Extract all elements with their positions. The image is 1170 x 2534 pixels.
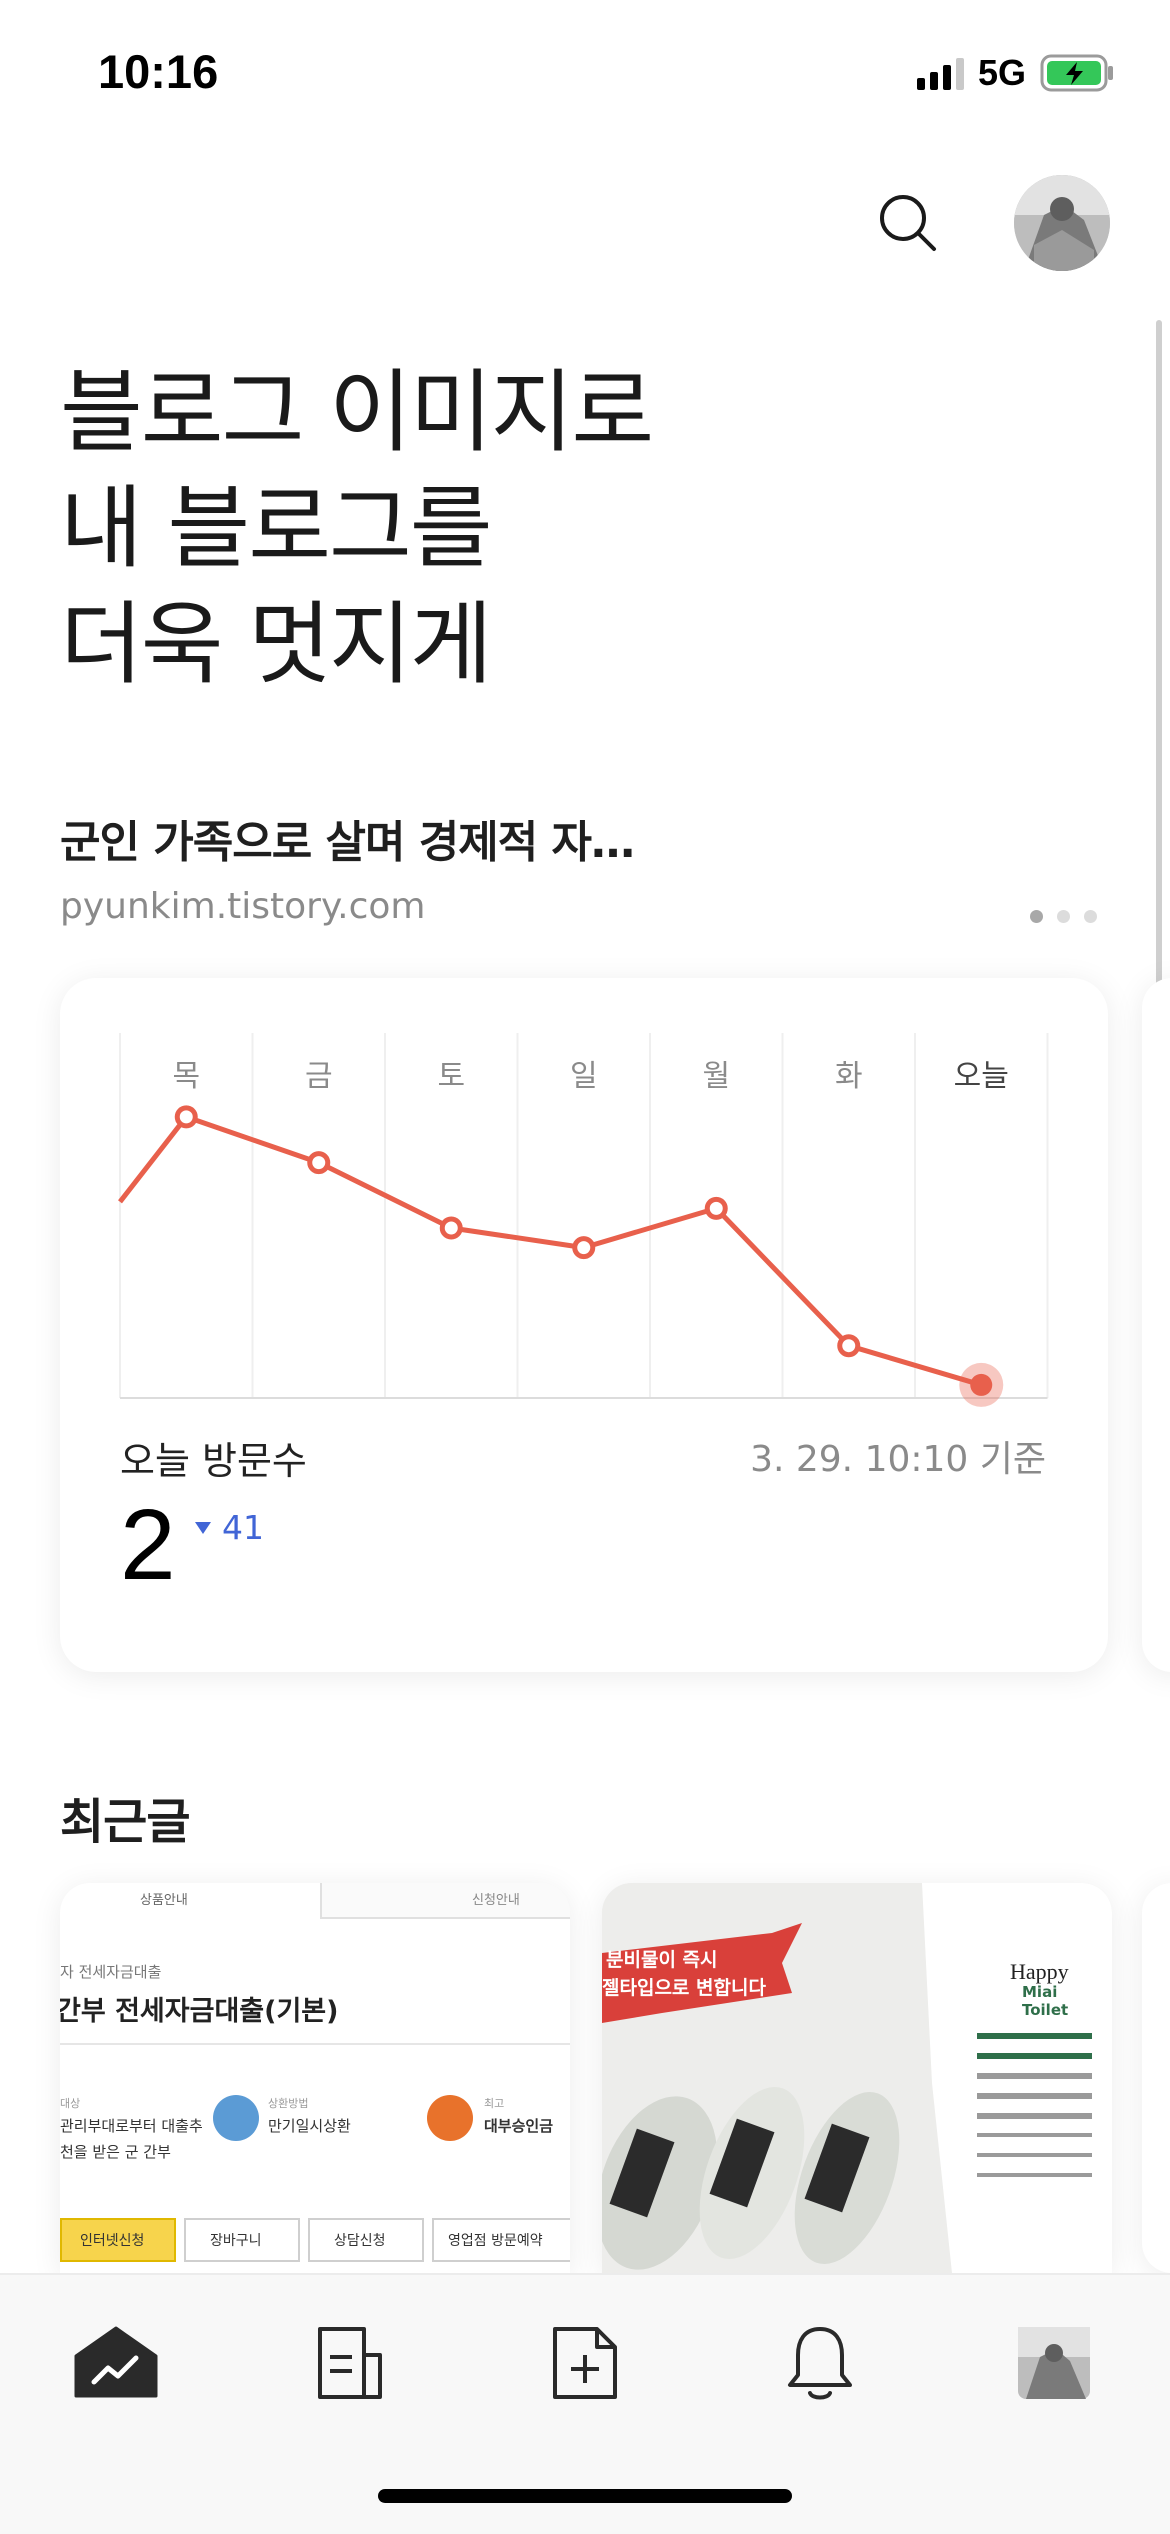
chart-point (307, 1151, 331, 1175)
hero-line-2: 내 블로그를 (60, 476, 493, 581)
thumb-btn-consult: 상담신청 (308, 2218, 424, 2262)
visitor-chart: 목 금 토 일 월 화 오늘 (118, 1033, 1049, 1407)
chart-point (572, 1236, 596, 1260)
visitor-stats-card[interactable]: 목 금 토 일 월 화 오늘 오늘 방문수 3. 29. 10:10 기준 2 41 (60, 978, 1108, 1672)
carousel-dot[interactable] (1057, 910, 1070, 923)
tab-posts[interactable] (302, 2315, 398, 2411)
thumb-btn-apply-label: 인터넷신청 (80, 2233, 145, 2249)
stats-icon (74, 2326, 158, 2398)
posts-icon (318, 2327, 382, 2399)
blog-url[interactable]: pyunkim.tistory.com (60, 886, 425, 927)
chart-tick-label: 일 (570, 1059, 598, 1094)
blog-title[interactable]: 군인 가족으로 살며 경제적 자… (60, 806, 635, 870)
profile-avatar (1018, 2327, 1090, 2399)
thumb-btn-apply: 인터넷신청 (60, 2218, 176, 2262)
thumb-btn-visit: 영업점 방문예약 (432, 2218, 570, 2262)
visit-count: 2 (120, 1489, 176, 1601)
thumb-info1-value2: 천을 받은 군 간부 (60, 2143, 171, 2161)
recent-post-thumbnail[interactable]: 상품안내 신청안내 자 전세자금대출 간부 전세자금대출(기본) 대상 관리부대… (60, 1883, 570, 2273)
bell-icon (788, 2327, 852, 2400)
chart-tick-label: 목 (172, 1059, 200, 1094)
brand-line-1: Happy (1010, 1959, 1069, 1984)
tab-stats[interactable] (68, 2315, 164, 2411)
banner-line-1: 분비물이 즉시 (606, 1949, 718, 1971)
hero-headline: 블로그 이미지로 내 블로그를 더욱 멋지게 (60, 355, 654, 703)
thumb-btn-cart-label: 장바구니 (210, 2233, 262, 2249)
percent-icon (427, 2095, 473, 2141)
delta-value: 41 (222, 1508, 264, 1547)
thumb-btn-visit-label: 영업점 방문예약 (448, 2233, 543, 2249)
chart-tick-label: 화 (835, 1059, 863, 1094)
next-thumbnail-peek[interactable] (1142, 1883, 1170, 2273)
recent-post-thumbnail[interactable]: 분비물이 즉시 젤타입으로 변합니다 Happy Miai Toilet (602, 1883, 1112, 2273)
home-indicator[interactable] (378, 2489, 792, 2503)
thumb-info3-value: 대부승인금 (484, 2117, 554, 2135)
next-card-peek[interactable] (1142, 978, 1170, 1672)
write-icon (553, 2327, 617, 2399)
chart-tick-label: 토 (437, 1059, 465, 1094)
tab-profile[interactable] (1006, 2315, 1102, 2411)
chart-point (970, 1373, 993, 1396)
thumb-info1-label: 대상 (60, 2097, 81, 2110)
tab-notifications[interactable] (772, 2315, 868, 2411)
battery-charging-icon (1040, 54, 1113, 92)
header-actions (860, 175, 1110, 271)
chart-point (174, 1105, 198, 1129)
thumb-btn-cart: 장바구니 (184, 2218, 300, 2262)
status-bar: 10:16 5G (0, 0, 1170, 140)
chart-point (439, 1216, 463, 1240)
thumb-info1-value: 관리부대로부터 대출추 (60, 2117, 203, 2135)
thumb-btn-consult-label: 상담신청 (334, 2233, 386, 2249)
thumb-info3-label: 최고 (484, 2097, 505, 2110)
thumb-info2-value: 만기일시상환 (268, 2117, 351, 2135)
chart-tick-label: 월 (702, 1059, 730, 1094)
brand-line-2: Miai (1022, 1983, 1058, 2001)
triangle-down-icon (195, 1521, 211, 1534)
thumb-tab-right: 신청안내 (320, 1883, 570, 1919)
signal-icon (916, 56, 964, 90)
chart-point (837, 1334, 861, 1358)
thumb-tab-right-label: 신청안내 (472, 1893, 520, 1908)
product-image (602, 1883, 1112, 2273)
tab-write[interactable] (537, 2315, 633, 2411)
thumb-info2-label: 상환방법 (268, 2097, 309, 2110)
search-icon (880, 195, 936, 251)
profile-avatar[interactable] (1014, 175, 1110, 271)
thumb-category: 자 전세자금대출 (60, 1963, 162, 1981)
thumb-tab-left-label: 상품안내 (140, 1893, 188, 1908)
carousel-dot[interactable] (1084, 910, 1097, 923)
chart-point (704, 1196, 728, 1220)
status-indicators: 5G (916, 52, 1116, 94)
carousel-dot[interactable] (1030, 910, 1043, 923)
chart-tick-label: 금 (305, 1059, 333, 1094)
thumb-divider (60, 2043, 570, 2045)
thumb-tab-left: 상품안내 (60, 1883, 320, 1919)
carousel-dots (1030, 910, 1097, 923)
recent-posts-title: 최근글 (60, 1794, 190, 1850)
banner-line-2: 젤타입으로 변합니다 (602, 1977, 766, 1999)
visit-label: 오늘 방문수 (120, 1439, 307, 1483)
status-time: 10:16 (98, 45, 219, 98)
money-bag-icon (213, 2095, 259, 2141)
avatar-image (1014, 175, 1110, 271)
visit-delta: 41 (194, 1508, 264, 1547)
hero-line-1: 블로그 이미지로 (60, 360, 654, 465)
chart-tick-label: 오늘 (954, 1059, 1009, 1094)
search-button[interactable] (860, 175, 956, 271)
visit-timestamp: 3. 29. 10:10 기준 (750, 1439, 1046, 1480)
network-label: 5G (977, 52, 1026, 93)
thumb-heading: 간부 전세자금대출(기본) (60, 1996, 339, 2027)
hero-line-3: 더욱 멋지게 (60, 592, 493, 697)
brand-line-3: Toilet (1022, 2001, 1069, 2019)
